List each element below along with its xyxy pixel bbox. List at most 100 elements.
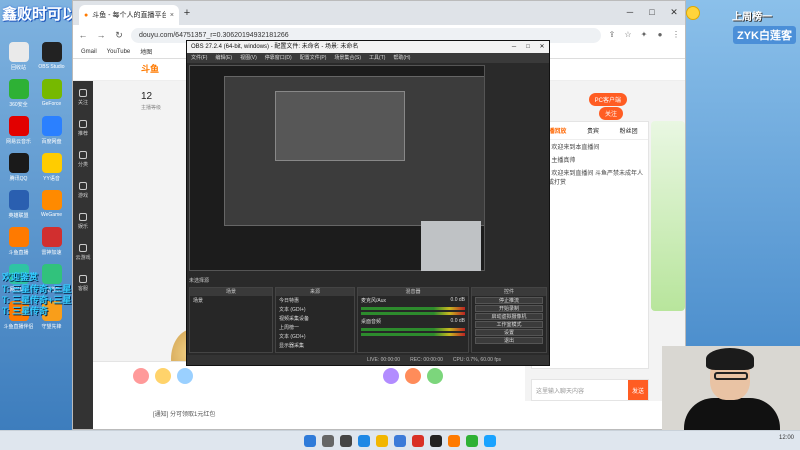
- store-icon[interactable]: [394, 434, 406, 447]
- desktop-icon-label: 雷神加速: [41, 250, 62, 256]
- badge-name: ZYK白莲客: [733, 26, 796, 44]
- pc-client-button[interactable]: PC客户端: [588, 93, 627, 106]
- qq-icon[interactable]: [484, 434, 496, 447]
- desktop-icon[interactable]: YY语音: [35, 153, 68, 182]
- desktop-icon[interactable]: WeGame: [35, 190, 68, 219]
- bookmark-youtube[interactable]: YouTube: [107, 49, 131, 55]
- ad-banner[interactable]: [651, 121, 685, 311]
- obs-control-button[interactable]: 工作室模式: [475, 321, 543, 328]
- chat-input[interactable]: 这里输入聊天内容: [532, 386, 628, 395]
- bookmark-gmail[interactable]: Gmail: [81, 49, 97, 55]
- gift-icon[interactable]: [177, 368, 193, 384]
- obs-window: OBS 27.2.4 (64-bit, windows) - 配置文件: 未命名…: [186, 40, 550, 366]
- gift-icon[interactable]: [427, 368, 443, 384]
- desktop-icon[interactable]: 雷神加速: [35, 227, 68, 256]
- rail-item[interactable]: 推荐: [78, 120, 88, 137]
- app-icon: [8, 153, 29, 173]
- app-icon: [8, 227, 29, 247]
- desktop-icon[interactable]: GeForce: [35, 79, 68, 108]
- new-tab-button[interactable]: +: [179, 7, 195, 25]
- rail-item[interactable]: 客服: [78, 275, 88, 292]
- edge-icon[interactable]: [358, 434, 370, 447]
- source-item[interactable]: 文本 (GDI+): [276, 332, 354, 341]
- desktop-icon[interactable]: 英雄联盟: [2, 190, 35, 219]
- mixer-dock-title: 混音器: [358, 288, 468, 296]
- profile-icon[interactable]: ●: [655, 30, 665, 40]
- source-item[interactable]: 视频采集设备: [276, 314, 354, 323]
- share-icon[interactable]: ⇪: [607, 30, 617, 40]
- close-window-icon[interactable]: ✕: [663, 1, 685, 25]
- desktop-icon[interactable]: 百度网盘: [35, 116, 68, 145]
- wechat-icon[interactable]: [466, 434, 478, 447]
- follow-button[interactable]: 关注: [598, 107, 623, 120]
- star-icon[interactable]: ☆: [623, 30, 633, 40]
- minimize-icon[interactable]: ─: [619, 1, 641, 25]
- desktop-icon[interactable]: 网易云音乐: [2, 116, 35, 145]
- rail-item[interactable]: 云游戏: [75, 244, 91, 261]
- desktop-icon-label: 360安全: [9, 102, 28, 108]
- forward-icon[interactable]: →: [95, 30, 107, 40]
- room-sub: 主播等级: [141, 105, 162, 111]
- desktop-icon-label: OBS Studio: [38, 64, 65, 70]
- desktop-icon[interactable]: 360安全: [2, 79, 35, 108]
- rail-item[interactable]: 游戏: [78, 182, 88, 199]
- obs-menu-item[interactable]: 工具(T): [369, 53, 385, 63]
- rail-icon: [78, 244, 87, 252]
- douyu-taskbar-icon[interactable]: [448, 434, 460, 447]
- source-item[interactable]: 今日特惠: [276, 296, 354, 305]
- close-window-icon[interactable]: ✕: [535, 41, 549, 53]
- desktop-icon[interactable]: OBS Studio: [35, 42, 68, 71]
- chrome-icon[interactable]: [412, 434, 424, 447]
- desktop-icon[interactable]: 斗鱼直播: [2, 227, 35, 256]
- gift-icon[interactable]: [133, 368, 149, 384]
- obs-menu-item[interactable]: 停靠窗口(D): [265, 53, 292, 63]
- app-icon: [8, 79, 29, 99]
- maximize-icon[interactable]: □: [521, 41, 535, 53]
- obs-taskbar-icon[interactable]: [430, 434, 442, 447]
- task-view-icon[interactable]: [340, 434, 352, 447]
- source-item[interactable]: 文本 (GDI+): [276, 305, 354, 314]
- obs-menu-item[interactable]: 视图(V): [240, 53, 257, 63]
- reload-icon[interactable]: ↻: [113, 30, 125, 41]
- desktop-icon[interactable]: 回收站: [2, 42, 35, 71]
- obs-menu-item[interactable]: 场景集合(S): [334, 53, 361, 63]
- obs-control-button[interactable]: 退出: [475, 337, 543, 344]
- obs-menu-item[interactable]: 编辑(E): [215, 53, 232, 63]
- send-button[interactable]: 发送: [628, 380, 648, 400]
- start-icon[interactable]: [304, 434, 316, 447]
- search-icon[interactable]: [322, 434, 334, 447]
- source-item[interactable]: 显示器采集: [276, 341, 354, 350]
- obs-control-button[interactable]: 停止推流: [475, 297, 543, 304]
- obs-menu-item[interactable]: 文件(F): [191, 53, 207, 63]
- maximize-icon[interactable]: □: [641, 1, 663, 25]
- browser-tab[interactable]: ● 斗鱼 - 每个人的直播平台 ×: [79, 5, 179, 25]
- obs-menu-item[interactable]: 配置文件(P): [300, 53, 327, 63]
- app-icon: [41, 116, 62, 136]
- close-tab-icon[interactable]: ×: [170, 12, 174, 19]
- gift-icon[interactable]: [383, 368, 399, 384]
- rail-item[interactable]: 关注: [78, 89, 88, 106]
- source-item[interactable]: 上周榜一: [276, 323, 354, 332]
- gift-icon[interactable]: [155, 368, 171, 384]
- obs-control-button[interactable]: 开始录制: [475, 305, 543, 312]
- rail-item[interactable]: 娱乐: [78, 213, 88, 230]
- obs-control-button[interactable]: 设置: [475, 329, 543, 336]
- scene-item[interactable]: 场景: [190, 296, 272, 305]
- file-explorer-icon[interactable]: [376, 434, 388, 447]
- tab-vip[interactable]: 贵宾: [587, 126, 599, 135]
- rail-icon: [78, 182, 87, 190]
- minimize-icon[interactable]: ─: [507, 41, 521, 53]
- menu-icon[interactable]: ⋮: [671, 30, 681, 40]
- obs-control-button[interactable]: 启动虚拟摄像机: [475, 313, 543, 320]
- scenes-dock-title: 场景: [190, 288, 272, 296]
- tab-label: 斗鱼 - 每个人的直播平台: [92, 12, 166, 19]
- desktop-icon[interactable]: 腾讯QQ: [2, 153, 35, 182]
- bookmark-maps[interactable]: 地图: [140, 47, 152, 56]
- gift-icon[interactable]: [405, 368, 421, 384]
- tab-fans[interactable]: 粉丝团: [620, 126, 638, 135]
- obs-menu-item[interactable]: 帮助(H): [393, 53, 410, 63]
- back-icon[interactable]: ←: [77, 30, 89, 40]
- extensions-icon[interactable]: ✦: [639, 30, 649, 40]
- douyu-logo[interactable]: 斗鱼: [141, 62, 159, 75]
- rail-item[interactable]: 分类: [78, 151, 88, 168]
